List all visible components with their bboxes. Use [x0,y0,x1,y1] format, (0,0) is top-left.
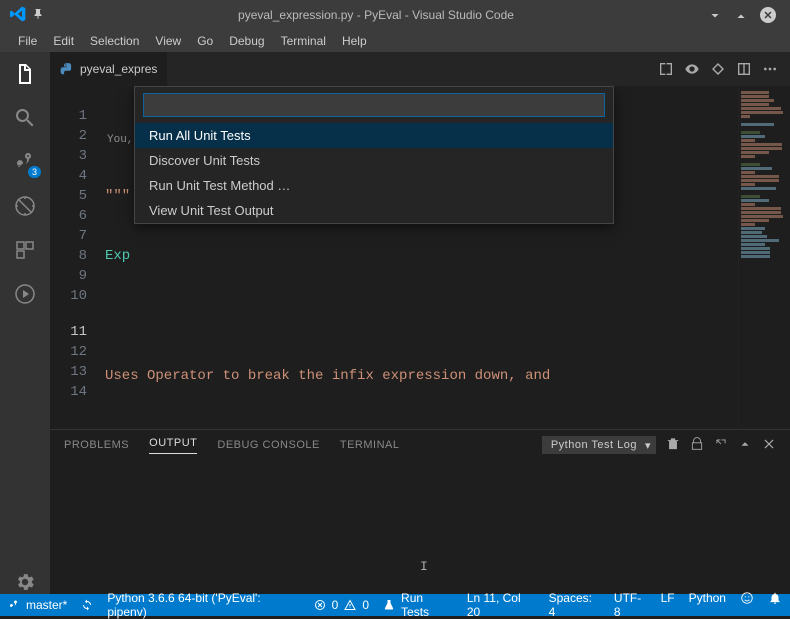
pin-icon[interactable] [32,8,44,23]
maximize-panel-icon[interactable] [738,437,752,454]
menu-edit[interactable]: Edit [45,32,82,50]
clear-output-icon[interactable] [666,437,680,454]
activity-bar: 3 [0,52,50,594]
status-language[interactable]: Python [689,591,726,619]
editor-tabs: pyeval_expres [50,52,790,86]
menu-help[interactable]: Help [334,32,375,50]
close-button[interactable]: ✕ [760,7,776,23]
minimap[interactable] [738,86,790,429]
status-spaces[interactable]: Spaces: 4 [549,591,600,619]
lock-scroll-icon[interactable] [690,437,704,454]
compare-changes-icon[interactable] [658,61,674,77]
panel-body[interactable]: I [50,460,790,594]
line-gutter: 1 2 3 4 5 6 7 8 9 10 11 12 13 14 [50,86,105,429]
menu-selection[interactable]: Selection [82,32,147,50]
menu-debug[interactable]: Debug [221,32,272,50]
palette-option-view-output[interactable]: View Unit Test Output [135,198,613,223]
status-run-tests[interactable]: Run Tests [383,591,453,619]
close-panel-icon[interactable] [762,437,776,454]
vscode-logo-icon [10,6,26,25]
python-file-icon [60,62,74,76]
menu-bar: File Edit Selection View Go Debug Termin… [0,30,790,52]
settings-gear-icon[interactable] [13,570,37,594]
source-control-icon[interactable]: 3 [13,150,37,174]
command-palette-input[interactable] [143,93,605,117]
output-channel-select[interactable]: Python Test Log ▾ [542,436,656,454]
open-preview-icon[interactable] [684,61,700,77]
menu-terminal[interactable]: Terminal [273,32,334,50]
tab-label: pyeval_expres [80,62,157,76]
maximize-button[interactable] [734,8,748,22]
debug-icon[interactable] [13,194,37,218]
panel-tab-output[interactable]: OUTPUT [149,437,197,454]
menu-go[interactable]: Go [189,32,221,50]
panel-tab-debug-console[interactable]: DEBUG CONSOLE [217,439,319,451]
status-cursor-pos[interactable]: Ln 11, Col 20 [467,591,535,619]
scm-badge: 3 [28,166,41,178]
menu-view[interactable]: View [147,32,189,50]
text-cursor-icon: I [420,559,428,574]
bottom-panel: PROBLEMS OUTPUT DEBUG CONSOLE TERMINAL P… [50,429,790,594]
chevron-down-icon: ▾ [645,439,651,452]
search-icon[interactable] [13,106,37,130]
status-encoding[interactable]: UTF-8 [614,591,647,619]
minimize-button[interactable] [708,8,722,22]
window-title: pyeval_expression.py - PyEval - Visual S… [44,8,708,22]
menu-file[interactable]: File [10,32,45,50]
git-branch-icon [8,599,20,611]
explorer-icon[interactable] [13,62,37,86]
split-editor-icon[interactable] [736,61,752,77]
status-eol[interactable]: LF [661,591,675,619]
notifications-icon[interactable] [768,591,782,619]
status-branch[interactable]: master* [8,598,67,612]
title-bar: pyeval_expression.py - PyEval - Visual S… [0,0,790,30]
test-icon[interactable] [13,282,37,306]
panel-tab-terminal[interactable]: TERMINAL [340,439,400,451]
warning-icon [344,599,356,611]
status-bar: master* Python 3.6.6 64-bit ('PyEval': p… [0,594,790,616]
command-palette: Run All Unit Tests Discover Unit Tests R… [134,86,614,224]
tab-pyeval-expression[interactable]: pyeval_expres [50,52,168,86]
extensions-icon[interactable] [13,238,37,262]
palette-option-discover[interactable]: Discover Unit Tests [135,148,613,173]
open-new-icon[interactable] [714,437,728,454]
run-icon[interactable] [710,61,726,77]
feedback-icon[interactable] [740,591,754,619]
editor-body[interactable]: Run All Unit Tests Discover Unit Tests R… [50,86,790,429]
status-problems[interactable]: 0 0 [314,598,369,612]
panel-tab-problems[interactable]: PROBLEMS [64,439,129,451]
beaker-icon [383,599,395,611]
status-python[interactable]: Python 3.6.6 64-bit ('PyEval': pipenv) [107,591,299,619]
palette-option-run-method[interactable]: Run Unit Test Method … [135,173,613,198]
more-actions-icon[interactable] [762,61,778,77]
sync-icon[interactable] [81,598,93,612]
error-icon [314,599,326,611]
palette-option-run-all[interactable]: Run All Unit Tests [135,123,613,148]
